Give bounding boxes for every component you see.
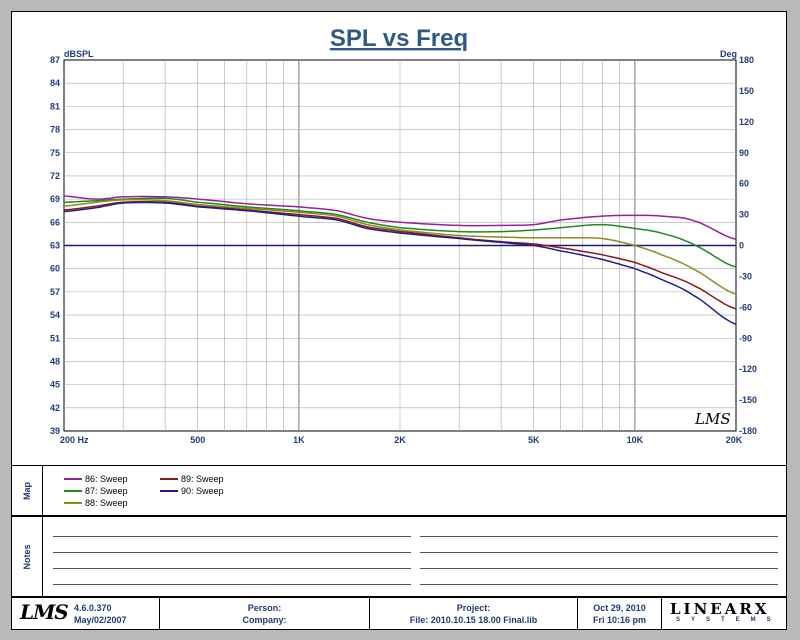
note-line xyxy=(53,568,411,569)
legend-item: 86: Sweep xyxy=(64,474,128,484)
footer-person-cell: Person: Company: xyxy=(160,598,370,629)
y-right-tick-label: 60 xyxy=(739,179,749,189)
legend-swatch xyxy=(160,490,178,492)
footer-bar: LMS 4.6.0.370 May/02/2007 Person: Compan… xyxy=(11,597,787,630)
map-panel: Map 86: Sweep 87: Sweep 88: Sweep 89: Sweep… xyxy=(11,465,787,516)
y-left-tick-label: 75 xyxy=(50,148,60,158)
x-tick-label: 200 Hz xyxy=(60,435,89,445)
y-left-tick-label: 48 xyxy=(50,356,60,366)
y-left-axis-label: dBSPL xyxy=(64,49,94,59)
legend-label: 88: Sweep xyxy=(85,498,128,508)
y-right-axis-label: Deg xyxy=(720,49,737,59)
y-right-tick-label: -150 xyxy=(739,395,757,405)
note-line xyxy=(420,584,778,585)
y-right-tick-label: 120 xyxy=(739,117,754,127)
x-tick-label: 1K xyxy=(293,435,305,445)
y-left-tick-label: 39 xyxy=(50,426,60,436)
person-label: Person: xyxy=(247,603,282,613)
version-text: 4.6.0.370 xyxy=(74,603,112,613)
y-left-ticks: 87 84 81 78 75 72 69 66 63 60 57 54 51 48 45 42 39 xyxy=(50,55,60,436)
y-left-tick-label: 54 xyxy=(50,310,60,320)
y-right-ticks: 1801501209060300-30-60-90-120-150-180 xyxy=(739,55,757,436)
x-tick-label: 10K xyxy=(627,435,644,445)
legend-label: 87: Sweep xyxy=(85,486,128,496)
y-right-tick-label: 150 xyxy=(739,86,754,96)
y-right-tick-label: -60 xyxy=(739,302,752,312)
y-left-tick-label: 81 xyxy=(50,101,60,111)
note-line xyxy=(420,552,778,553)
y-left-tick-label: 60 xyxy=(50,264,60,274)
note-line xyxy=(420,536,778,537)
lms-footer-logo: LMS xyxy=(20,600,69,624)
date-text: Oct 29, 2010 xyxy=(593,603,646,613)
project-label: Project: xyxy=(456,603,491,613)
y-left-tick-label: 87 xyxy=(50,55,60,65)
x-tick-label: 20K xyxy=(726,435,743,445)
legend-swatch xyxy=(64,478,82,480)
y-right-tick-label: 30 xyxy=(739,210,749,220)
y-right-tick-label: 0 xyxy=(739,241,744,251)
footer-date-cell: Oct 29, 2010 Fri 10:16 pm xyxy=(578,598,662,629)
y-left-tick-label: 45 xyxy=(50,380,60,390)
y-left-tick-label: 63 xyxy=(50,241,60,251)
legend-item: 89: Sweep xyxy=(160,474,224,484)
footer-brand-cell: LINEARX SYSTEMS xyxy=(662,598,786,629)
company-label: Company: xyxy=(242,615,287,625)
note-line xyxy=(53,552,411,553)
footer-version-cell: LMS 4.6.0.370 May/02/2007 xyxy=(12,598,160,629)
chart-title: SPL vs Freq xyxy=(330,25,468,52)
legend-item: 88: Sweep xyxy=(64,498,128,508)
x-tick-label: 500 xyxy=(190,435,205,445)
legend-swatch xyxy=(160,478,178,480)
x-tick-label: 5K xyxy=(528,435,540,445)
note-line xyxy=(53,536,411,537)
note-line xyxy=(420,568,778,569)
time-text: Fri 10:16 pm xyxy=(592,615,647,625)
spl-chart: SPL vs Freq dBSPL Deg 87 84 81 78 75 72 69 66 63… xyxy=(50,25,757,445)
y-right-tick-label: 90 xyxy=(739,148,749,158)
y-right-tick-label: -120 xyxy=(739,364,757,374)
y-left-tick-label: 84 xyxy=(50,78,60,88)
notes-panel: Notes xyxy=(11,516,787,597)
y-left-tick-label: 51 xyxy=(50,333,60,343)
notes-tab: Notes xyxy=(12,517,43,596)
note-line xyxy=(53,584,411,585)
legend-swatch xyxy=(64,502,82,504)
legend-label: 86: Sweep xyxy=(85,474,128,484)
x-ticks: 200 Hz 500 1K 2K 5K 10K 20K xyxy=(60,435,743,445)
lms-watermark-logo: LMS xyxy=(694,410,731,428)
legend-item: 87: Sweep xyxy=(64,486,128,496)
y-left-tick-label: 69 xyxy=(50,194,60,204)
y-right-tick-label: -30 xyxy=(739,271,752,281)
y-left-tick-label: 78 xyxy=(50,125,60,135)
version-date-text: May/02/2007 xyxy=(74,615,127,625)
y-left-tick-label: 57 xyxy=(50,287,60,297)
legend-item: 90: Sweep xyxy=(160,486,224,496)
legend-label: 90: Sweep xyxy=(181,486,224,496)
legend-swatch xyxy=(64,490,82,492)
y-left-tick-label: 72 xyxy=(50,171,60,181)
legend-label: 89: Sweep xyxy=(181,474,224,484)
x-tick-label: 2K xyxy=(394,435,406,445)
footer-project-cell: Project: File: 2010.10.15 18.00 Final.li… xyxy=(370,598,578,629)
file-label: File: 2010.10.15 18.00 Final.lib xyxy=(409,615,538,625)
y-left-tick-label: 42 xyxy=(50,403,60,413)
linearx-logo: LINEARX xyxy=(670,600,770,618)
y-left-tick-label: 66 xyxy=(50,217,60,227)
map-tab: Map xyxy=(12,466,43,515)
systems-logo-text: SYSTEMS xyxy=(676,617,782,623)
y-right-tick-label: 180 xyxy=(739,55,754,65)
y-right-tick-label: -90 xyxy=(739,333,752,343)
